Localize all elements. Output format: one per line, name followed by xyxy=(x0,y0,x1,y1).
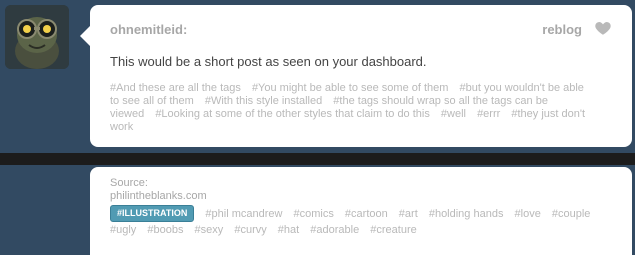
dashboard-post: ohnemitleid: reblog This would be a shor… xyxy=(90,5,632,147)
dashboard-post: Source: philintheblanks.com #ILLUSTRATIO… xyxy=(90,167,632,255)
featured-tag[interactable]: #ILLUSTRATION xyxy=(110,205,195,222)
source-link[interactable]: philintheblanks.com xyxy=(110,190,207,202)
tag-link[interactable]: #art xyxy=(399,208,418,220)
tag-link[interactable]: #You might be able to see some of them xyxy=(252,82,449,94)
source-label: Source: xyxy=(110,177,148,189)
tag-link[interactable]: #well xyxy=(441,108,466,120)
tag-link[interactable]: #adorable xyxy=(310,224,359,236)
tag-link[interactable]: #phil mcandrew xyxy=(205,208,282,220)
post-body: This would be a short post as seen on yo… xyxy=(110,54,427,69)
tag-link[interactable]: #creature xyxy=(370,224,416,236)
tag-link[interactable]: #errr xyxy=(477,108,500,120)
post-tags: #ILLUSTRATION #phil mcandrew #comics #ca… xyxy=(110,205,610,238)
tag-link[interactable]: #ugly xyxy=(110,224,136,236)
post-author[interactable]: ohnemitleid: xyxy=(110,22,187,37)
heart-icon xyxy=(595,22,611,35)
tag-link[interactable]: #boobs xyxy=(147,224,183,236)
tag-link[interactable]: #With this style installed xyxy=(205,95,322,107)
tag-link[interactable]: #holding hands xyxy=(429,208,504,220)
reblog-button[interactable]: reblog xyxy=(542,22,582,37)
tag-link[interactable]: #hat xyxy=(278,224,299,236)
post-pointer xyxy=(80,26,90,46)
tag-link[interactable]: #cartoon xyxy=(345,208,388,220)
like-button[interactable] xyxy=(594,19,612,37)
tag-link[interactable]: #curvy xyxy=(234,224,266,236)
tag-link[interactable]: #And these are all the tags xyxy=(110,82,241,94)
tag-link[interactable]: #Looking at some of the other styles tha… xyxy=(155,108,430,120)
post-tags: #And these are all the tags #You might b… xyxy=(110,82,590,134)
tag-link[interactable]: #sexy xyxy=(195,224,224,236)
tag-link[interactable]: #couple xyxy=(552,208,591,220)
avatar-image xyxy=(5,5,69,69)
tag-link[interactable]: #love xyxy=(515,208,541,220)
tag-link[interactable]: #comics xyxy=(294,208,334,220)
post-divider xyxy=(0,153,635,165)
avatar[interactable] xyxy=(5,5,69,69)
